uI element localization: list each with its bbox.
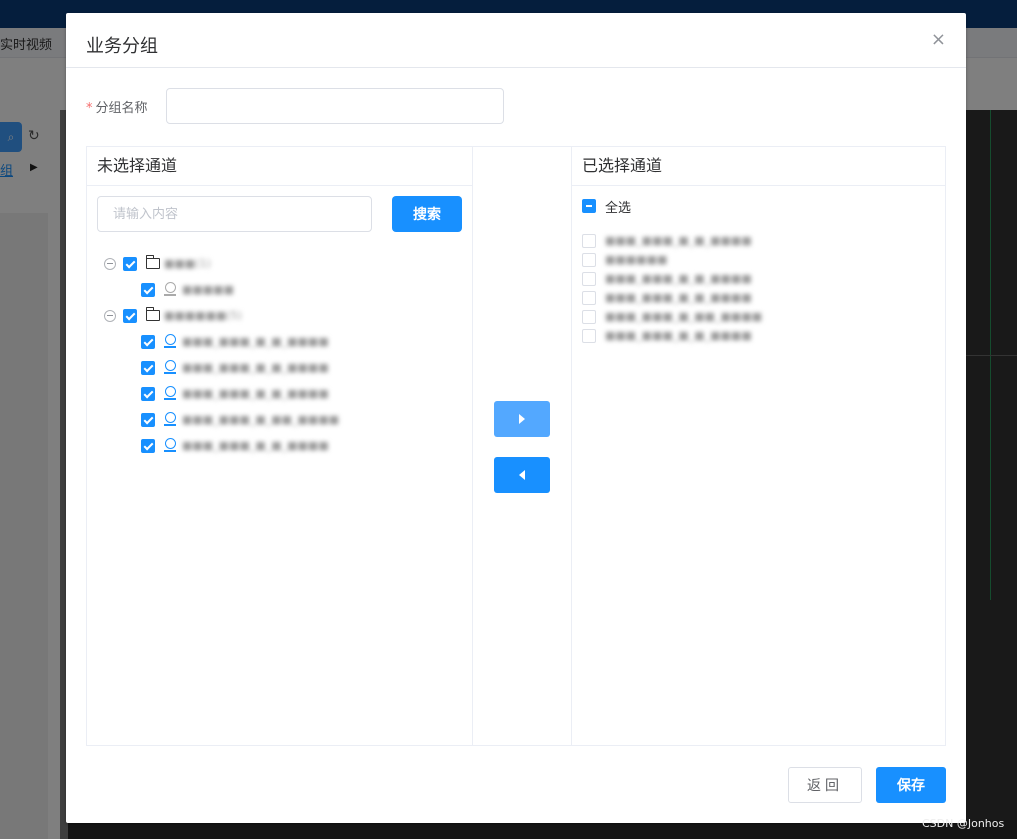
unselected-channels-title: 未选择通道 — [87, 147, 472, 186]
search-button[interactable]: 搜索 — [392, 196, 462, 232]
tree-node-label: ■■■_■■■_■_■_■■■■ — [182, 361, 329, 374]
item-checkbox[interactable] — [582, 291, 596, 305]
collapse-icon[interactable] — [104, 310, 116, 322]
list-item[interactable]: ■■■_■■■_■_■■_■■■■ — [582, 308, 882, 327]
group-name-input[interactable] — [166, 88, 504, 124]
tree-node-channel[interactable]: ■■■_■■■_■_■_■■■■ — [87, 435, 472, 461]
item-label: ■■■_■■■_■_■_■■■■ — [605, 291, 752, 304]
group-name-label: * 分组名称 — [86, 101, 148, 116]
channel-checkbox[interactable] — [141, 283, 155, 297]
tree-node-channel[interactable]: ■■■_■■■_■_■_■■■■ — [87, 331, 472, 357]
channel-checkbox[interactable] — [141, 439, 155, 453]
arrow-left-icon — [519, 470, 525, 480]
channel-tree: ■■■(1) ■■■■■ ■■■■■■(5) ■■■_■■■_■_■_■■■■ — [87, 253, 472, 461]
select-all-checkbox[interactable] — [582, 199, 596, 213]
required-mark: * — [86, 101, 93, 116]
camera-icon — [164, 282, 177, 298]
item-label: ■■■_■■■_■_■_■■■■ — [605, 234, 752, 247]
unselected-channels-panel: 未选择通道 搜索 ■■■(1) ■■■■■ ■■■■■■(5) — [86, 146, 473, 746]
list-item[interactable]: ■■■■■■ — [582, 251, 882, 270]
tree-node-label: ■■■(1) — [164, 257, 211, 270]
list-item[interactable]: ■■■_■■■_■_■_■■■■ — [582, 327, 882, 346]
tree-node-label: ■■■■■ — [182, 283, 234, 296]
folder-icon — [146, 255, 160, 269]
tree-node-channel[interactable]: ■■■■■ — [87, 279, 472, 305]
item-label: ■■■_■■■_■_■_■■■■ — [605, 272, 752, 285]
list-item[interactable]: ■■■_■■■_■_■_■■■■ — [582, 270, 882, 289]
tree-node-label: ■■■■■■(5) — [164, 309, 242, 322]
channel-checkbox[interactable] — [141, 413, 155, 427]
move-left-button[interactable] — [494, 457, 550, 493]
dialog-header: 业务分组 × — [66, 13, 966, 68]
business-group-dialog: 业务分组 × *分组名称 未选择通道 搜索 ■■■(1) ■■■■■ — [66, 13, 966, 823]
tree-node-label: ■■■_■■■_■_■_■■■■ — [182, 335, 329, 348]
close-icon[interactable]: × — [931, 31, 946, 49]
selected-channels-title: 已选择通道 — [572, 147, 945, 186]
tree-node-channel[interactable]: ■■■_■■■_■_■_■■■■ — [87, 383, 472, 409]
tree-node-channel[interactable]: ■■■_■■■_■_■■_■■■■ — [87, 409, 472, 435]
tree-node-label: ■■■_■■■_■_■■_■■■■ — [182, 413, 340, 426]
transfer-buttons-area — [473, 146, 571, 746]
tree-node-label: ■■■_■■■_■_■_■■■■ — [182, 439, 329, 452]
collapse-icon[interactable] — [104, 258, 116, 270]
camera-icon — [164, 412, 177, 428]
tree-node-group-1[interactable]: ■■■(1) — [87, 253, 472, 279]
group-checkbox[interactable] — [123, 309, 137, 323]
tree-node-group-2[interactable]: ■■■■■■(5) — [87, 305, 472, 331]
group-checkbox[interactable] — [123, 257, 137, 271]
channel-checkbox[interactable] — [141, 361, 155, 375]
item-checkbox[interactable] — [582, 234, 596, 248]
arrow-right-icon — [519, 414, 525, 424]
folder-icon — [146, 307, 160, 321]
item-label: ■■■_■■■_■_■■_■■■■ — [605, 310, 763, 323]
dialog-title: 业务分组 — [86, 36, 158, 57]
item-checkbox[interactable] — [582, 310, 596, 324]
camera-icon — [164, 386, 177, 402]
camera-icon — [164, 438, 177, 454]
tree-node-label: ■■■_■■■_■_■_■■■■ — [182, 387, 329, 400]
channel-checkbox[interactable] — [141, 387, 155, 401]
move-right-button[interactable] — [494, 401, 550, 437]
camera-icon — [164, 360, 177, 376]
back-button[interactable]: 返回 — [788, 767, 862, 803]
item-label: ■■■_■■■_■_■_■■■■ — [605, 329, 752, 342]
selected-channels-panel: 已选择通道 全选 ■■■_■■■_■_■_■■■■ ■■■■■■ ■■■_■■■… — [571, 146, 946, 746]
watermark: CSDN @Jonhos — [922, 817, 1005, 830]
item-checkbox[interactable] — [582, 272, 596, 286]
tree-node-channel[interactable]: ■■■_■■■_■_■_■■■■ — [87, 357, 472, 383]
channel-checkbox[interactable] — [141, 335, 155, 349]
select-all-label: 全选 — [605, 201, 632, 216]
list-item[interactable]: ■■■_■■■_■_■_■■■■ — [582, 289, 882, 308]
item-checkbox[interactable] — [582, 253, 596, 267]
selected-channel-list: ■■■_■■■_■_■_■■■■ ■■■■■■ ■■■_■■■_■_■_■■■■… — [582, 232, 882, 346]
item-label: ■■■■■■ — [605, 253, 668, 266]
camera-icon — [164, 334, 177, 350]
search-input[interactable] — [97, 196, 372, 232]
list-item[interactable]: ■■■_■■■_■_■_■■■■ — [582, 232, 882, 251]
save-button[interactable]: 保存 — [876, 767, 946, 803]
item-checkbox[interactable] — [582, 329, 596, 343]
